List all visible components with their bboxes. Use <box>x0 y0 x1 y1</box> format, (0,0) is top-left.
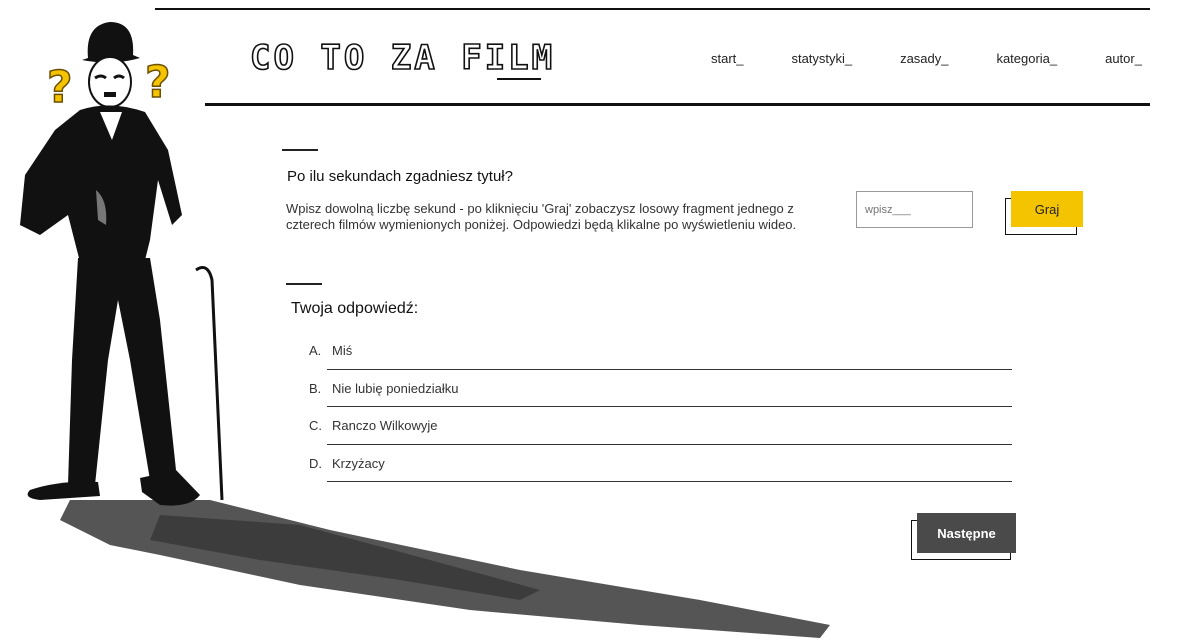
answer-list: A. Miś B. Nie lubię poniedziałku C. Ranc… <box>300 332 1012 482</box>
face <box>88 56 132 108</box>
answer-text: Ranczo Wilkowyje <box>332 418 438 433</box>
answer-text: Miś <box>332 343 353 358</box>
next-button[interactable]: Następne <box>917 513 1016 553</box>
play-button[interactable]: Graj <box>1011 191 1083 227</box>
nav-statystyki[interactable]: statystyki_ <box>791 51 852 66</box>
answer-heading: Twoja odpowiedź: <box>291 300 419 317</box>
nav-start[interactable]: start_ <box>711 51 744 66</box>
left-shoe <box>27 481 101 500</box>
main-nav: start_ statystyki_ zasady_ kategoria_ au… <box>711 51 1142 66</box>
question-mark-left-icon: ? <box>47 62 73 113</box>
question-title: Po ilu sekundach zgadniesz tytuł? <box>287 168 513 185</box>
cane <box>195 266 224 501</box>
question-mark-right-icon: ? <box>145 57 171 108</box>
answer-option-b[interactable]: B. Nie lubię poniedziałku <box>309 370 1012 407</box>
bowler-hat <box>82 22 140 63</box>
nav-kategoria[interactable]: kategoria_ <box>996 51 1057 66</box>
nav-zasady[interactable]: zasady_ <box>900 51 948 66</box>
seconds-input[interactable] <box>856 191 973 228</box>
answer-option-c[interactable]: C. Ranczo Wilkowyje <box>309 407 1012 445</box>
figure-shadow <box>60 500 830 638</box>
instructions-text: Wpisz dowolną liczbę sekund - po kliknię… <box>286 201 797 232</box>
answer-text: Krzyżacy <box>332 455 385 471</box>
answer-letter: A. <box>309 343 322 358</box>
answer-option-a[interactable]: A. Miś <box>309 332 1012 370</box>
header-divider <box>205 103 1150 106</box>
logo-underscore <box>497 78 541 80</box>
right-shoe <box>140 470 200 506</box>
section-dash-1 <box>282 149 318 151</box>
jacket <box>20 105 182 262</box>
site-logo[interactable]: CO TO ZA FILM <box>249 36 555 80</box>
answer-letter: C. <box>309 418 322 433</box>
section-dash-2 <box>286 283 322 285</box>
trousers <box>68 258 176 485</box>
answer-option-d[interactable]: D. Krzyżacy <box>309 445 1012 482</box>
nav-autor[interactable]: autor_ <box>1105 51 1142 66</box>
answer-text: Nie lubię poniedziałku <box>332 380 459 396</box>
answer-letter: D. <box>309 455 322 471</box>
answer-letter: B. <box>309 380 322 396</box>
charlie-chaplin-illustration: ? ? <box>20 22 830 638</box>
top-border-line <box>155 8 1150 10</box>
